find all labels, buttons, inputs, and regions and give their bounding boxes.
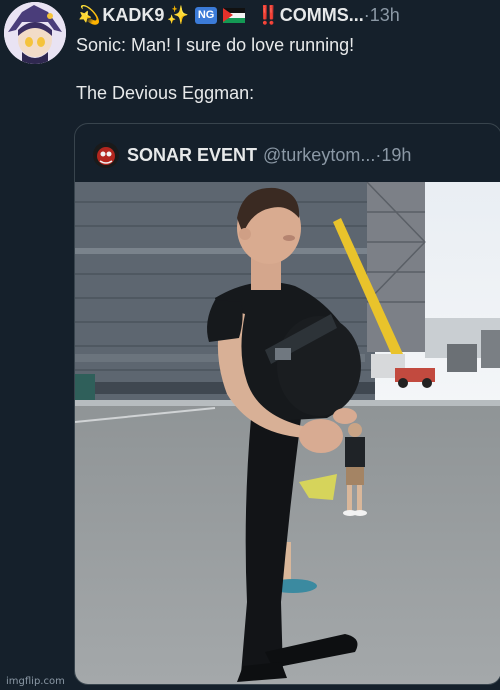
watermark-text: imgflip.com: [6, 676, 65, 687]
author-avatar[interactable]: [4, 2, 66, 64]
tweet[interactable]: 💫 KADK9 ✨ NG ‼️ COMMS... · 13h Sonic: Ma…: [0, 0, 500, 690]
sparkles-emoji-icon: ✨: [166, 4, 189, 26]
dizzy-emoji-icon: 💫: [78, 4, 101, 26]
tweet-timestamp[interactable]: 13h: [370, 5, 400, 26]
tweet-text-line: The Devious Eggman:: [76, 83, 255, 103]
ng-badge-icon: NG: [194, 6, 218, 24]
quoted-timestamp[interactable]: 19h: [381, 145, 411, 166]
quoted-tweet[interactable]: SONAR EVENT @turkeytom... · 19h: [74, 123, 500, 685]
quoted-author-avatar[interactable]: [93, 142, 119, 168]
tweet-text-line: Sonic: Man! I sure do love running!: [76, 35, 355, 55]
palestine-flag-icon: [223, 7, 246, 23]
quoted-author-handle[interactable]: @turkeytom...: [263, 145, 375, 166]
tweet-header: 💫 KADK9 ✨ NG ‼️ COMMS... · 13h: [76, 2, 492, 28]
author-name[interactable]: KADK9: [102, 5, 164, 26]
author-name-suffix[interactable]: COMMS...: [280, 5, 364, 26]
double-exclamation-icon: ‼️: [257, 4, 280, 25]
quoted-tweet-header: SONAR EVENT @turkeytom... · 19h: [93, 142, 493, 168]
quoted-author-name[interactable]: SONAR EVENT: [127, 145, 257, 166]
quoted-media-image[interactable]: [75, 181, 500, 684]
tweet-text: Sonic: Man! I sure do love running! The …: [76, 33, 486, 105]
